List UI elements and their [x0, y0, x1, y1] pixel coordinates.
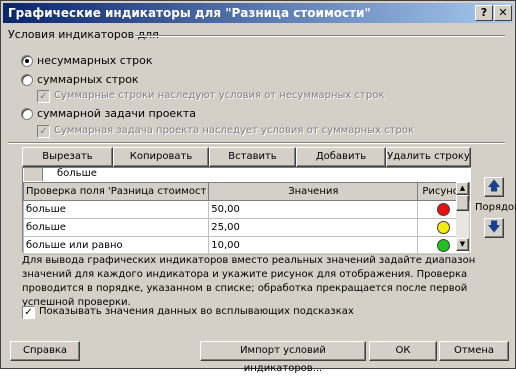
cell-test[interactable]: больше — [22, 200, 210, 219]
green-circle-icon — [437, 239, 451, 252]
help-title-button[interactable]: ? — [475, 5, 493, 21]
cell-value[interactable]: 10,00 — [208, 236, 419, 255]
help-button[interactable]: Справка — [10, 341, 80, 361]
cell-value[interactable]: 50,00 — [208, 200, 419, 219]
copy-row-button[interactable]: Копировать строку — [113, 147, 209, 180]
radio-summary[interactable] — [21, 74, 33, 86]
radio-summary-label: суммарных строк — [37, 73, 139, 86]
scroll-down-icon[interactable]: ▼ — [456, 238, 469, 251]
edit-bar-value[interactable]: больше — [57, 168, 97, 179]
paste-row-button[interactable]: Вставить строку — [209, 147, 296, 180]
column-header-value: Значения — [208, 182, 419, 201]
description-text: Для вывода графических индикаторов вмест… — [22, 255, 476, 308]
conditions-table: Проверка поля 'Разница стоимост Значения… — [22, 182, 470, 255]
cancel-button[interactable]: Отмена — [439, 341, 509, 361]
radio-project-summary-label: суммарной задачи проекта — [37, 107, 196, 120]
table-header-row: Проверка поля 'Разница стоимост Значения… — [22, 182, 470, 201]
close-title-button[interactable]: ✕ — [494, 5, 512, 21]
cell-value[interactable]: 25,00 — [208, 218, 419, 237]
table-row[interactable]: больше 50,00 — [22, 200, 470, 219]
radio-project-summary[interactable] — [21, 108, 33, 120]
move-down-icon[interactable]: 🡇 — [484, 218, 504, 238]
scroll-thumb[interactable] — [456, 195, 469, 211]
radio-selected-dot — [25, 59, 29, 63]
cell-test[interactable]: больше — [22, 218, 210, 237]
indicators-dialog: Графические индикаторы для "Разница стои… — [0, 0, 516, 374]
project-inherit-checkbox[interactable]: ✓ — [37, 125, 50, 138]
summary-inherit-checkbox[interactable]: ✓ — [37, 90, 50, 103]
import-conditions-button[interactable]: Импорт условий индикаторов... — [200, 341, 366, 374]
conditions-grid: больше Проверка поля 'Разница стоимост З… — [22, 167, 471, 255]
project-inherit-label: Суммарная задача проекта наследует услов… — [54, 125, 415, 136]
conditions-divider — [135, 35, 505, 37]
tooltip-checkbox-label: Показывать значения данных во всплывающи… — [39, 306, 354, 317]
grid-scrollbar[interactable]: ▲ ▼ — [456, 182, 469, 251]
dialog-title: Графические индикаторы для "Разница стои… — [8, 6, 371, 20]
delete-row-button[interactable]: Удалить строку — [386, 147, 471, 167]
edit-bar-gutter — [24, 168, 43, 181]
ok-button[interactable]: ОК — [369, 341, 437, 361]
summary-inherit-label: Суммарные строки наследуют условия от не… — [54, 90, 385, 101]
table-row[interactable]: больше или равно 10,00 — [22, 236, 470, 255]
yellow-circle-icon — [437, 221, 451, 234]
tooltip-checkbox[interactable]: ✓ — [22, 306, 35, 319]
radio-nonsummary-label: несуммарных строк — [37, 54, 153, 67]
radio-nonsummary[interactable] — [21, 55, 33, 67]
red-circle-icon — [437, 203, 451, 216]
order-label: Порядок — [475, 202, 516, 213]
table-row[interactable]: больше 25,00 — [22, 218, 470, 237]
cell-test[interactable]: больше или равно — [22, 236, 210, 255]
scroll-up-icon[interactable]: ▲ — [456, 182, 469, 195]
move-up-icon[interactable]: 🡅 — [484, 177, 504, 197]
group-bottom-divider — [8, 142, 505, 144]
cut-row-button[interactable]: Вырезать строку — [22, 147, 113, 180]
title-bar: Графические индикаторы для "Разница стои… — [3, 3, 513, 23]
column-header-test: Проверка поля 'Разница стоимост — [22, 182, 210, 201]
add-row-button[interactable]: Добавить строку — [296, 147, 386, 180]
